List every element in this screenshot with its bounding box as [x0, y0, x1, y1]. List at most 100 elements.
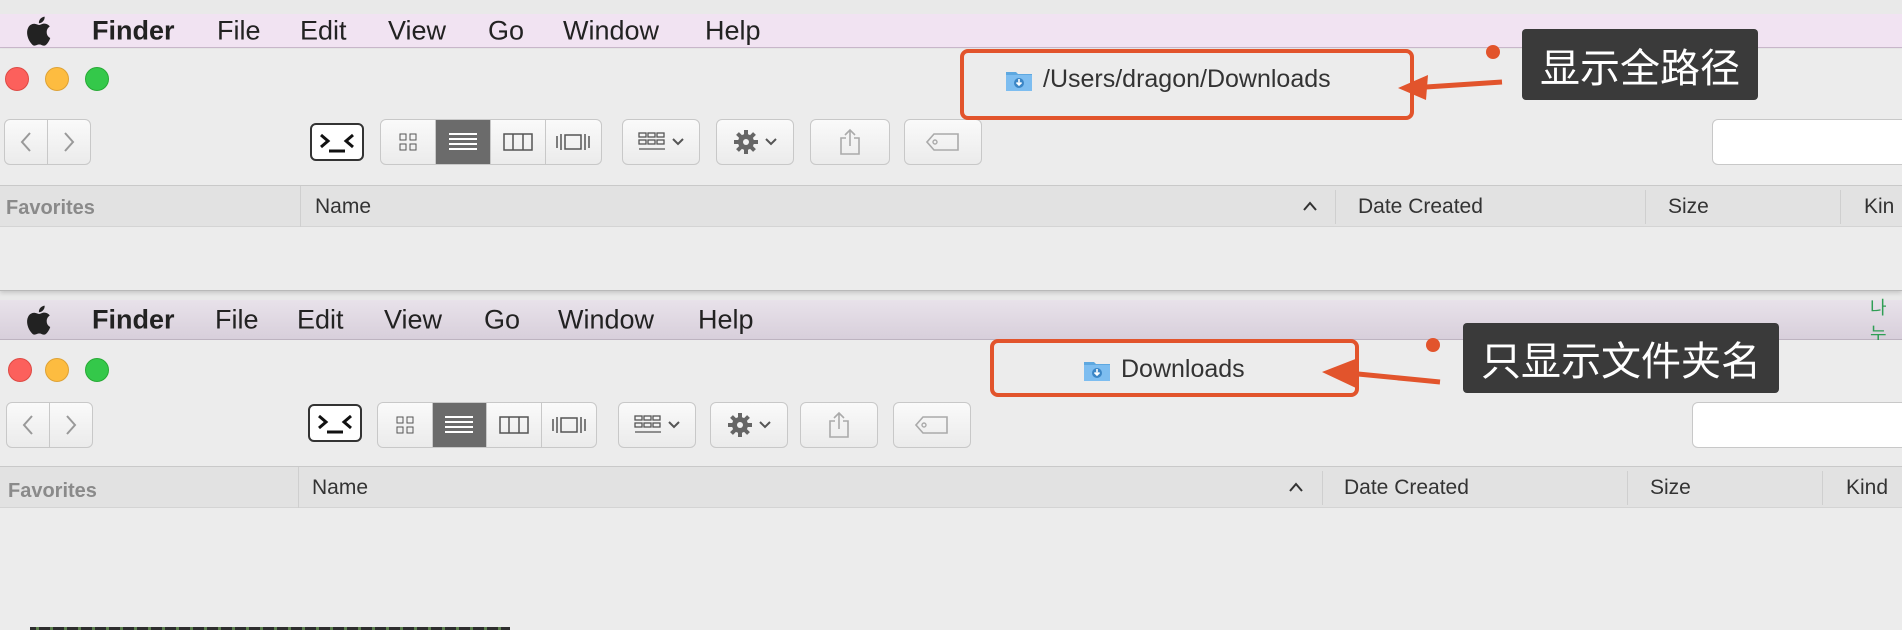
arrange-button[interactable]: [618, 402, 696, 448]
tag-button[interactable]: [904, 119, 982, 165]
column-kind[interactable]: Kind: [1846, 476, 1888, 500]
back-button[interactable]: [6, 402, 50, 448]
view-mode-switcher[interactable]: [377, 402, 597, 448]
arrange-icon: [638, 132, 665, 150]
zoom-button[interactable]: [85, 358, 109, 382]
chevron-down-icon: [759, 421, 771, 429]
forward-button[interactable]: [49, 402, 93, 448]
column-header: Favorites Name Date Created Size Kin: [0, 185, 1902, 228]
menu-view[interactable]: View: [384, 304, 442, 335]
column-date-created[interactable]: Date Created: [1344, 476, 1469, 500]
file-list-area: [0, 227, 1902, 290]
annotation-arrow-bottom: [1322, 358, 1441, 388]
terminal-icon: [320, 133, 354, 153]
arrange-button[interactable]: [622, 119, 700, 165]
column-view-button[interactable]: [491, 120, 546, 164]
chevron-down-icon: [765, 138, 777, 146]
chevron-right-icon: [64, 132, 75, 152]
menu-extra-status[interactable]: 나누: [1870, 294, 1902, 346]
sidebar-heading-favorites: Favorites: [6, 197, 95, 219]
column-date-created[interactable]: Date Created: [1358, 195, 1483, 219]
column-view-icon: [503, 133, 533, 151]
terminal-button[interactable]: [310, 123, 364, 161]
icon-view-button[interactable]: [378, 403, 433, 447]
column-divider: [1840, 190, 1841, 224]
list-view-icon: [449, 133, 477, 150]
chevron-down-icon: [668, 421, 680, 429]
action-button[interactable]: [710, 402, 788, 448]
column-size[interactable]: Size: [1668, 195, 1709, 219]
column-view-button[interactable]: [487, 403, 542, 447]
annotation-dot-bottom: [1426, 338, 1440, 352]
list-view-button[interactable]: [432, 403, 487, 447]
coverflow-view-button[interactable]: [542, 403, 596, 447]
minimize-button[interactable]: [45, 358, 69, 382]
sidebar-heading-favorites: Favorites: [8, 480, 97, 502]
tag-button[interactable]: [893, 402, 971, 448]
menu-view[interactable]: View: [388, 15, 446, 46]
menu-go[interactable]: Go: [488, 15, 524, 46]
gear-icon: [734, 130, 758, 154]
column-view-icon: [499, 416, 529, 434]
sort-ascending-icon[interactable]: [1302, 201, 1318, 211]
zoom-button[interactable]: [85, 67, 109, 91]
apple-icon[interactable]: [24, 304, 52, 336]
menu-window[interactable]: Window: [563, 15, 659, 46]
coverflow-view-icon: [556, 134, 591, 150]
close-button[interactable]: [5, 67, 29, 91]
menu-go[interactable]: Go: [484, 304, 520, 335]
column-name[interactable]: Name: [315, 195, 371, 219]
column-divider: [1822, 471, 1823, 505]
chevron-down-icon: [672, 138, 684, 146]
share-icon: [840, 128, 860, 155]
highlight-full-path: [960, 49, 1414, 120]
column-divider: [1322, 471, 1323, 505]
file-list-area: [0, 508, 1902, 630]
search-field[interactable]: [1692, 402, 1902, 448]
menu-edit[interactable]: Edit: [297, 304, 344, 335]
coverflow-view-icon: [551, 417, 586, 433]
view-mode-switcher[interactable]: [380, 119, 602, 165]
menu-help[interactable]: Help: [698, 304, 754, 335]
column-divider: [1627, 471, 1628, 505]
terminal-icon: [318, 414, 352, 434]
menu-app-name[interactable]: Finder: [92, 15, 175, 46]
share-button[interactable]: [810, 119, 890, 165]
menu-help[interactable]: Help: [705, 15, 761, 46]
tag-icon: [926, 133, 959, 151]
coverflow-view-button[interactable]: [546, 120, 601, 164]
annotation-dot-top: [1486, 45, 1500, 59]
toolbar: [0, 402, 1902, 452]
forward-button[interactable]: [47, 119, 91, 165]
sort-ascending-icon[interactable]: [1288, 482, 1304, 492]
gear-icon: [728, 413, 752, 437]
column-divider: [298, 467, 299, 509]
chevron-left-icon: [22, 415, 33, 435]
arrange-icon: [634, 415, 661, 433]
share-button[interactable]: [800, 402, 878, 448]
annotation-label-full-path: 显示全路径: [1522, 29, 1758, 100]
menu-window[interactable]: Window: [558, 304, 654, 335]
list-view-button[interactable]: [436, 120, 491, 164]
menu-edit[interactable]: Edit: [300, 15, 347, 46]
close-button[interactable]: [8, 358, 32, 382]
highlight-folder-name: [990, 339, 1359, 397]
column-divider: [300, 186, 301, 228]
column-kind[interactable]: Kin: [1864, 195, 1894, 219]
icon-view-icon: [399, 133, 417, 151]
tag-icon: [915, 416, 948, 434]
minimize-button[interactable]: [45, 67, 69, 91]
back-button[interactable]: [4, 119, 48, 165]
apple-icon[interactable]: [24, 15, 52, 47]
terminal-button[interactable]: [308, 404, 362, 442]
search-field[interactable]: [1712, 119, 1902, 165]
menu-file[interactable]: File: [217, 15, 261, 46]
annotation-arrow-top: [1398, 75, 1503, 100]
icon-view-button[interactable]: [381, 120, 436, 164]
column-size[interactable]: Size: [1650, 476, 1691, 500]
action-button[interactable]: [716, 119, 794, 165]
column-name[interactable]: Name: [312, 476, 368, 500]
menu-file[interactable]: File: [215, 304, 259, 335]
menu-app-name[interactable]: Finder: [92, 304, 175, 335]
chevron-right-icon: [66, 415, 77, 435]
